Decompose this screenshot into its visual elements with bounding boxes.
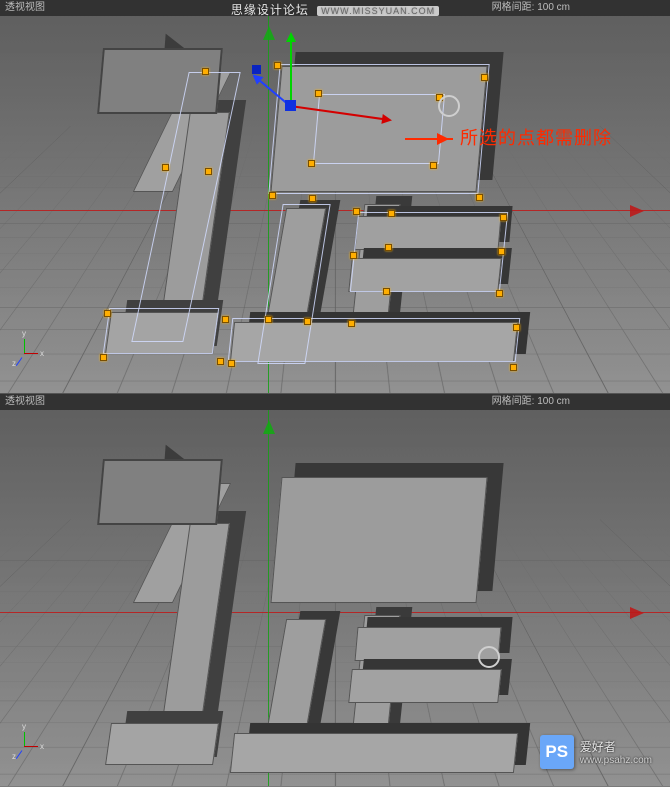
selected-point[interactable]: [228, 360, 235, 367]
annotation-arrow: [405, 138, 453, 140]
extruded-text-object[interactable]: [100, 459, 510, 769]
selected-point[interactable]: [315, 90, 322, 97]
viewport-titlebar: 透视视图 网格间距: 100 cm: [0, 394, 670, 410]
selected-point[interactable]: [304, 318, 311, 325]
selected-point[interactable]: [205, 168, 212, 175]
move-gizmo[interactable]: [290, 105, 292, 107]
viewport-panel-bottom[interactable]: 透视视图 网格间距: 100 cm y x z: [0, 393, 670, 786]
selected-point[interactable]: [104, 310, 111, 317]
ps-logo-icon: PS: [540, 735, 574, 769]
selected-point[interactable]: [498, 248, 505, 255]
selected-point[interactable]: [274, 62, 281, 69]
selected-point[interactable]: [496, 290, 503, 297]
selected-point[interactable]: [309, 195, 316, 202]
selected-point[interactable]: [385, 244, 392, 251]
viewport-label: 透视视图: [5, 394, 45, 410]
spline-outline[interactable]: [228, 318, 521, 362]
spline-outline[interactable]: [313, 94, 445, 164]
selected-point[interactable]: [476, 194, 483, 201]
spline-outline[interactable]: [350, 212, 508, 292]
selected-point[interactable]: [308, 160, 315, 167]
viewport-panel-top[interactable]: 透视视图 网格间距: 100 cm: [0, 0, 670, 393]
viewport-label: 透视视图: [5, 0, 45, 16]
selected-point[interactable]: [430, 162, 437, 169]
selected-point[interactable]: [353, 208, 360, 215]
ps-watermark: PS 爱好者 www.psahz.com: [540, 735, 652, 769]
gizmo-origin-handle[interactable]: [285, 100, 296, 111]
selected-point[interactable]: [222, 316, 229, 323]
mini-axis-indicator: y x z: [16, 738, 46, 768]
grid-info-label: 网格间距: 100 cm: [492, 0, 670, 16]
selected-point[interactable]: [388, 210, 395, 217]
selected-point[interactable]: [348, 320, 355, 327]
cursor-indicator: [478, 646, 500, 668]
selected-point[interactable]: [500, 214, 507, 221]
selected-point[interactable]: [350, 252, 357, 259]
selected-point[interactable]: [217, 358, 224, 365]
selected-point[interactable]: [162, 164, 169, 171]
annotation-text: 所选的点都需删除: [460, 124, 612, 150]
selected-point[interactable]: [100, 354, 107, 361]
mini-axis-indicator: y x z: [16, 345, 46, 375]
viewport-titlebar: 透视视图 网格间距: 100 cm: [0, 0, 670, 16]
gizmo-y-axis[interactable]: [290, 35, 292, 105]
selected-point[interactable]: [269, 192, 276, 199]
selected-point[interactable]: [481, 74, 488, 81]
cursor-indicator: [438, 95, 460, 117]
selected-point[interactable]: [202, 68, 209, 75]
selected-point[interactable]: [513, 324, 520, 331]
gizmo-plane-handle[interactable]: [252, 65, 261, 74]
spline-outline[interactable]: [103, 308, 219, 354]
selected-point[interactable]: [383, 288, 390, 295]
selected-point[interactable]: [265, 316, 272, 323]
ps-watermark-text: 爱好者 www.psahz.com: [580, 738, 652, 766]
grid-info-label: 网格间距: 100 cm: [492, 394, 670, 410]
selected-point[interactable]: [510, 364, 517, 371]
